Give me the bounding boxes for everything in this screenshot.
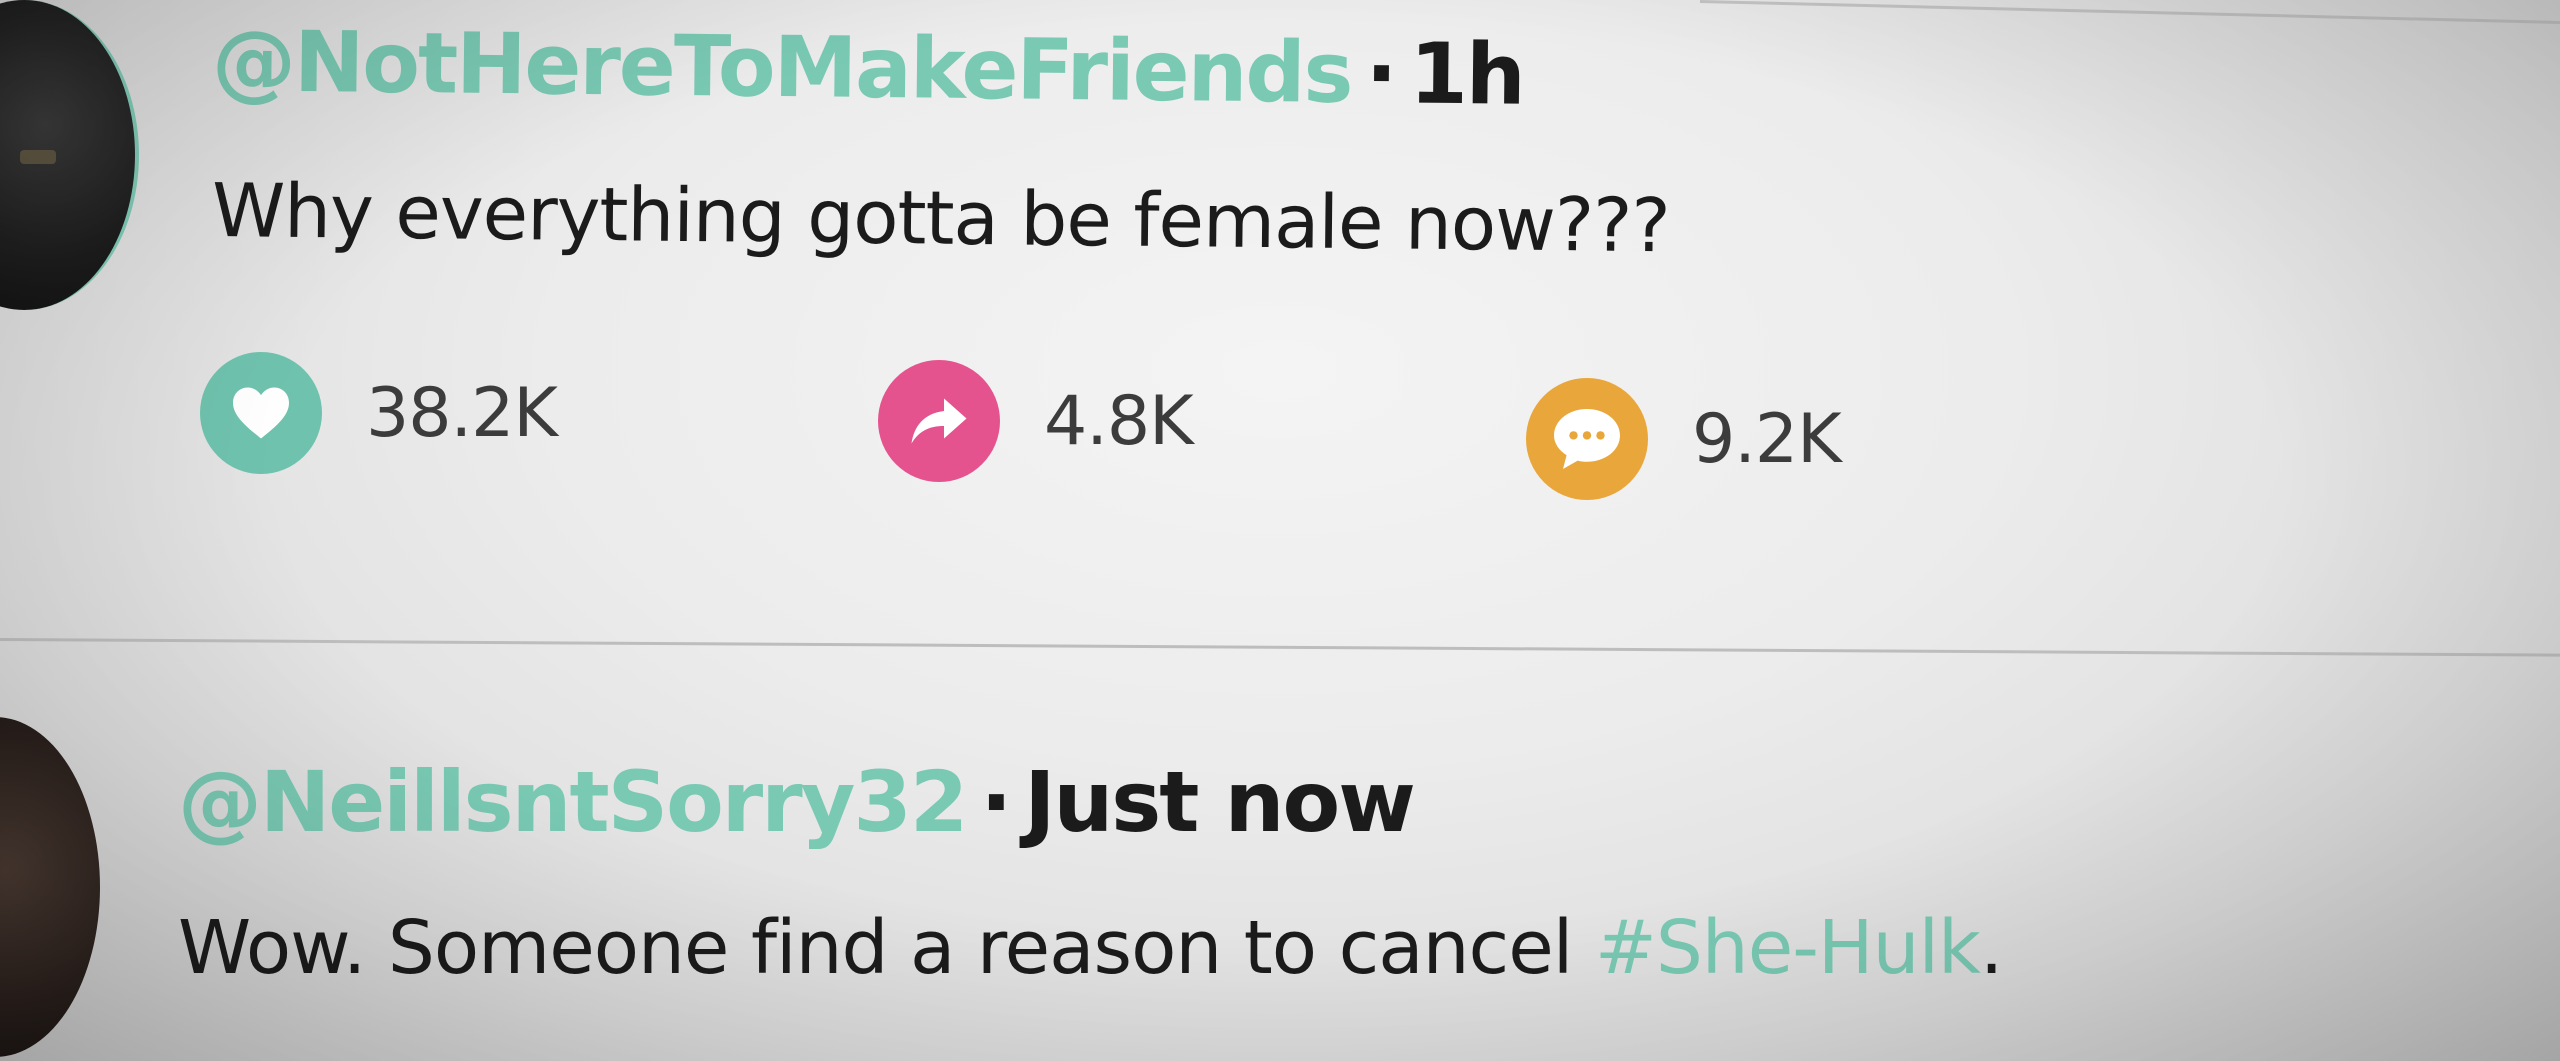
like-button[interactable]: 38.2K [200, 352, 558, 474]
post-text-main: Wow. Someone find a reason to cancel [178, 905, 1595, 991]
separator-dot: · [1365, 24, 1397, 123]
avatar[interactable] [0, 717, 100, 1057]
post-header: @NotHereToMakeFriends · 1h [211, 12, 1524, 124]
post-text: Why everything gotta be female now??? [211, 168, 1671, 270]
comment-button[interactable]: 9.2K [1526, 378, 1842, 500]
post-text-end: . [1979, 905, 2004, 991]
post-time: Just now [1024, 753, 1416, 851]
share-button[interactable]: 4.8K [878, 360, 1194, 482]
user-handle[interactable]: @NeillsntSorry32 [178, 753, 968, 851]
share-arrow-icon[interactable] [878, 360, 1000, 482]
post-actions: 38.2K 4.8K 9.2K [200, 352, 1900, 512]
like-count: 38.2K [366, 373, 558, 453]
avatar-detail [20, 150, 56, 164]
comment-count: 9.2K [1692, 399, 1842, 479]
share-count: 4.8K [1044, 381, 1194, 461]
heart-icon[interactable] [200, 352, 322, 474]
speech-bubble-icon[interactable] [1526, 378, 1648, 500]
post-header: @NeillsntSorry32 · Just now [178, 753, 1416, 851]
separator-dot: · [980, 753, 1012, 851]
post-text: Wow. Someone find a reason to cancel #Sh… [178, 905, 2004, 991]
post-time: 1h [1409, 24, 1525, 124]
avatar[interactable] [0, 0, 139, 310]
hashtag-link[interactable]: #She-Hulk [1595, 905, 1981, 991]
feed-screen: @NotHereToMakeFriends · 1h Why everything … [0, 0, 2560, 1061]
post-card[interactable]: @NeillsntSorry32 · Just now Wow. Someone f… [0, 645, 2560, 1061]
user-handle[interactable]: @NotHereToMakeFriends [211, 12, 1352, 122]
post-card[interactable]: @NotHereToMakeFriends · 1h Why everything … [0, 0, 2560, 640]
